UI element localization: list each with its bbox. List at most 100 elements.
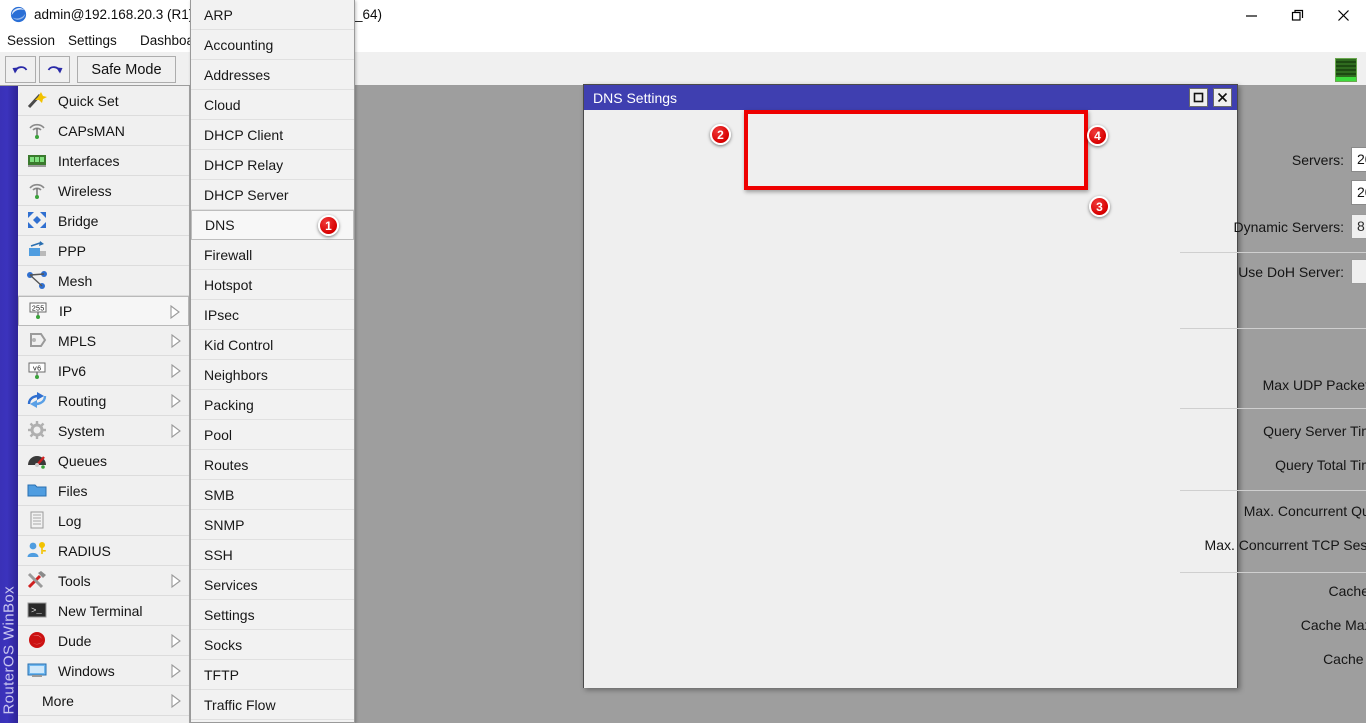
sidebar-item-queues[interactable]: Queues	[18, 446, 189, 476]
undo-icon	[11, 62, 30, 78]
submenu-item-dhcp-relay[interactable]: DHCP Relay	[191, 150, 354, 180]
submenu-item-packing[interactable]: Packing	[191, 390, 354, 420]
svg-text:>_: >_	[31, 606, 42, 616]
submenu-item-label: DNS	[205, 217, 235, 233]
annotation-badge-2: 2	[710, 124, 731, 145]
routing-icon	[26, 390, 52, 412]
submenu-item-traffic-flow[interactable]: Traffic Flow	[191, 690, 354, 720]
submenu-item-neighbors[interactable]: Neighbors	[191, 360, 354, 390]
sidebar-item-label: RADIUS	[58, 543, 111, 559]
sidebar-item-ppp[interactable]: PPP	[18, 236, 189, 266]
sidebar-item-files[interactable]: Files	[18, 476, 189, 506]
submenu-item-addresses[interactable]: Addresses	[191, 60, 354, 90]
query-server-timeout-label: Query Server Timeout:	[1180, 423, 1366, 439]
submenu-item-cloud[interactable]: Cloud	[191, 90, 354, 120]
submenu-item-snmp[interactable]: SNMP	[191, 510, 354, 540]
sidebar-item-tools[interactable]: Tools	[18, 566, 189, 596]
sidebar-item-label: Interfaces	[58, 153, 119, 169]
redo-button[interactable]	[39, 56, 70, 83]
max-conc-queries-row: Max. Concurrent Queries: 100	[1180, 498, 1366, 523]
antenna-icon	[26, 120, 52, 142]
main-sidebar: Quick SetCAPsMAN Interfaces WirelessBridge…	[18, 86, 190, 723]
radius-user-key-icon	[26, 540, 52, 562]
sidebar-item-label: New Terminal	[58, 603, 143, 619]
submenu-item-label: Hotspot	[204, 277, 252, 293]
submenu-item-pool[interactable]: Pool	[191, 420, 354, 450]
submenu-item-socks[interactable]: Socks	[191, 630, 354, 660]
submenu-item-accounting[interactable]: Accounting	[191, 30, 354, 60]
server-1-input[interactable]: 2001:4860:4860::8888	[1351, 147, 1366, 172]
submenu-item-services[interactable]: Services	[191, 570, 354, 600]
sidebar-item-windows[interactable]: Windows	[18, 656, 189, 686]
use-doh-input[interactable]	[1351, 259, 1366, 284]
sidebar-item-interfaces[interactable]: Interfaces	[18, 146, 189, 176]
sidebar-item-label: Windows	[58, 663, 115, 679]
use-doh-label: Use DoH Server:	[1180, 264, 1344, 280]
submenu-item-routes[interactable]: Routes	[191, 450, 354, 480]
submenu-item-smb[interactable]: SMB	[191, 480, 354, 510]
submenu-item-arp[interactable]: ARP	[191, 0, 354, 30]
submenu-item-label: Services	[204, 577, 258, 593]
sidebar-item-ip[interactable]: 255IP	[18, 296, 189, 326]
submenu-item-label: DHCP Relay	[204, 157, 283, 173]
sidebar-item-radius[interactable]: RADIUS	[18, 536, 189, 566]
submenu-item-label: SMB	[204, 487, 234, 503]
submenu-item-label: Cloud	[204, 97, 241, 113]
cache-max-ttl-label: Cache Max TTL:	[1180, 617, 1366, 633]
sidebar-item-ipv6[interactable]: v6IPv6	[18, 356, 189, 386]
dude-icon	[26, 630, 52, 652]
chevron-right-icon	[171, 425, 179, 437]
close-icon[interactable]	[1320, 0, 1366, 30]
submenu-item-ssh[interactable]: SSH	[191, 540, 354, 570]
mpls-tag-icon	[26, 330, 52, 352]
dynamic-servers-value: 8.8.8.8	[1351, 214, 1366, 239]
dialog-close-icon[interactable]	[1213, 88, 1232, 107]
submenu-item-kid-control[interactable]: Kid Control	[191, 330, 354, 360]
submenu-item-settings[interactable]: Settings	[191, 600, 354, 630]
divider-2	[1180, 328, 1366, 329]
sidebar-item-capsman[interactable]: CAPsMAN	[18, 116, 189, 146]
sidebar-item-routing[interactable]: Routing	[18, 386, 189, 416]
sidebar-item-bridge[interactable]: Bridge	[18, 206, 189, 236]
menu-item-session[interactable]: Session	[7, 32, 55, 50]
wand-icon	[26, 90, 52, 112]
submenu-item-label: Settings	[204, 607, 255, 623]
routeros-brand-strip: RouterOS WinBox	[0, 86, 18, 723]
sidebar-item-more[interactable]: More	[18, 686, 189, 716]
minimize-icon[interactable]	[1228, 0, 1274, 30]
submenu-item-dns[interactable]: DNS1	[191, 210, 354, 240]
terminal-icon: >_	[26, 600, 52, 622]
sidebar-item-log[interactable]: Log	[18, 506, 189, 536]
safe-mode-button[interactable]: Safe Mode	[77, 56, 176, 83]
dialog-title-text: DNS Settings	[593, 90, 677, 106]
sidebar-item-mpls[interactable]: MPLS	[18, 326, 189, 356]
dialog-restore-icon[interactable]	[1189, 88, 1208, 107]
submenu-item-hotspot[interactable]: Hotspot	[191, 270, 354, 300]
undo-button[interactable]	[5, 56, 36, 83]
sidebar-item-quick-set[interactable]: Quick Set	[18, 86, 189, 116]
submenu-item-dhcp-client[interactable]: DHCP Client	[191, 120, 354, 150]
divider-5	[1180, 572, 1366, 573]
submenu-item-tftp[interactable]: TFTP	[191, 660, 354, 690]
servers-label: Servers:	[1180, 152, 1344, 168]
cache-size-label: Cache Size:	[1180, 583, 1366, 599]
sidebar-item-dude[interactable]: Dude	[18, 626, 189, 656]
chevron-right-icon	[171, 635, 179, 647]
maximize-icon[interactable]	[1274, 0, 1320, 30]
sidebar-item-system[interactable]: System	[18, 416, 189, 446]
sidebar-item-mesh[interactable]: Mesh	[18, 266, 189, 296]
submenu-item-label: Addresses	[204, 67, 270, 83]
submenu-item-label: Socks	[204, 637, 242, 653]
server-2-input[interactable]: 2001:4860:4860::8844	[1351, 180, 1366, 205]
use-doh-row: Use DoH Server:	[1180, 259, 1366, 284]
sidebar-item-new-terminal[interactable]: >_ New Terminal	[18, 596, 189, 626]
submenu-item-ipsec[interactable]: IPsec	[191, 300, 354, 330]
menu-item-settings[interactable]: Settings	[68, 32, 117, 50]
max-conc-tcp-row: Max. Concurrent TCP Sessions: 20	[1180, 532, 1366, 557]
sidebar-item-wireless[interactable]: Wireless	[18, 176, 189, 206]
submenu-item-dhcp-server[interactable]: DHCP Server	[191, 180, 354, 210]
submenu-item-firewall[interactable]: Firewall	[191, 240, 354, 270]
sidebar-item-label: Mesh	[58, 273, 92, 289]
dialog-title-bar[interactable]: DNS Settings	[584, 85, 1237, 110]
chevron-right-icon	[170, 306, 178, 318]
